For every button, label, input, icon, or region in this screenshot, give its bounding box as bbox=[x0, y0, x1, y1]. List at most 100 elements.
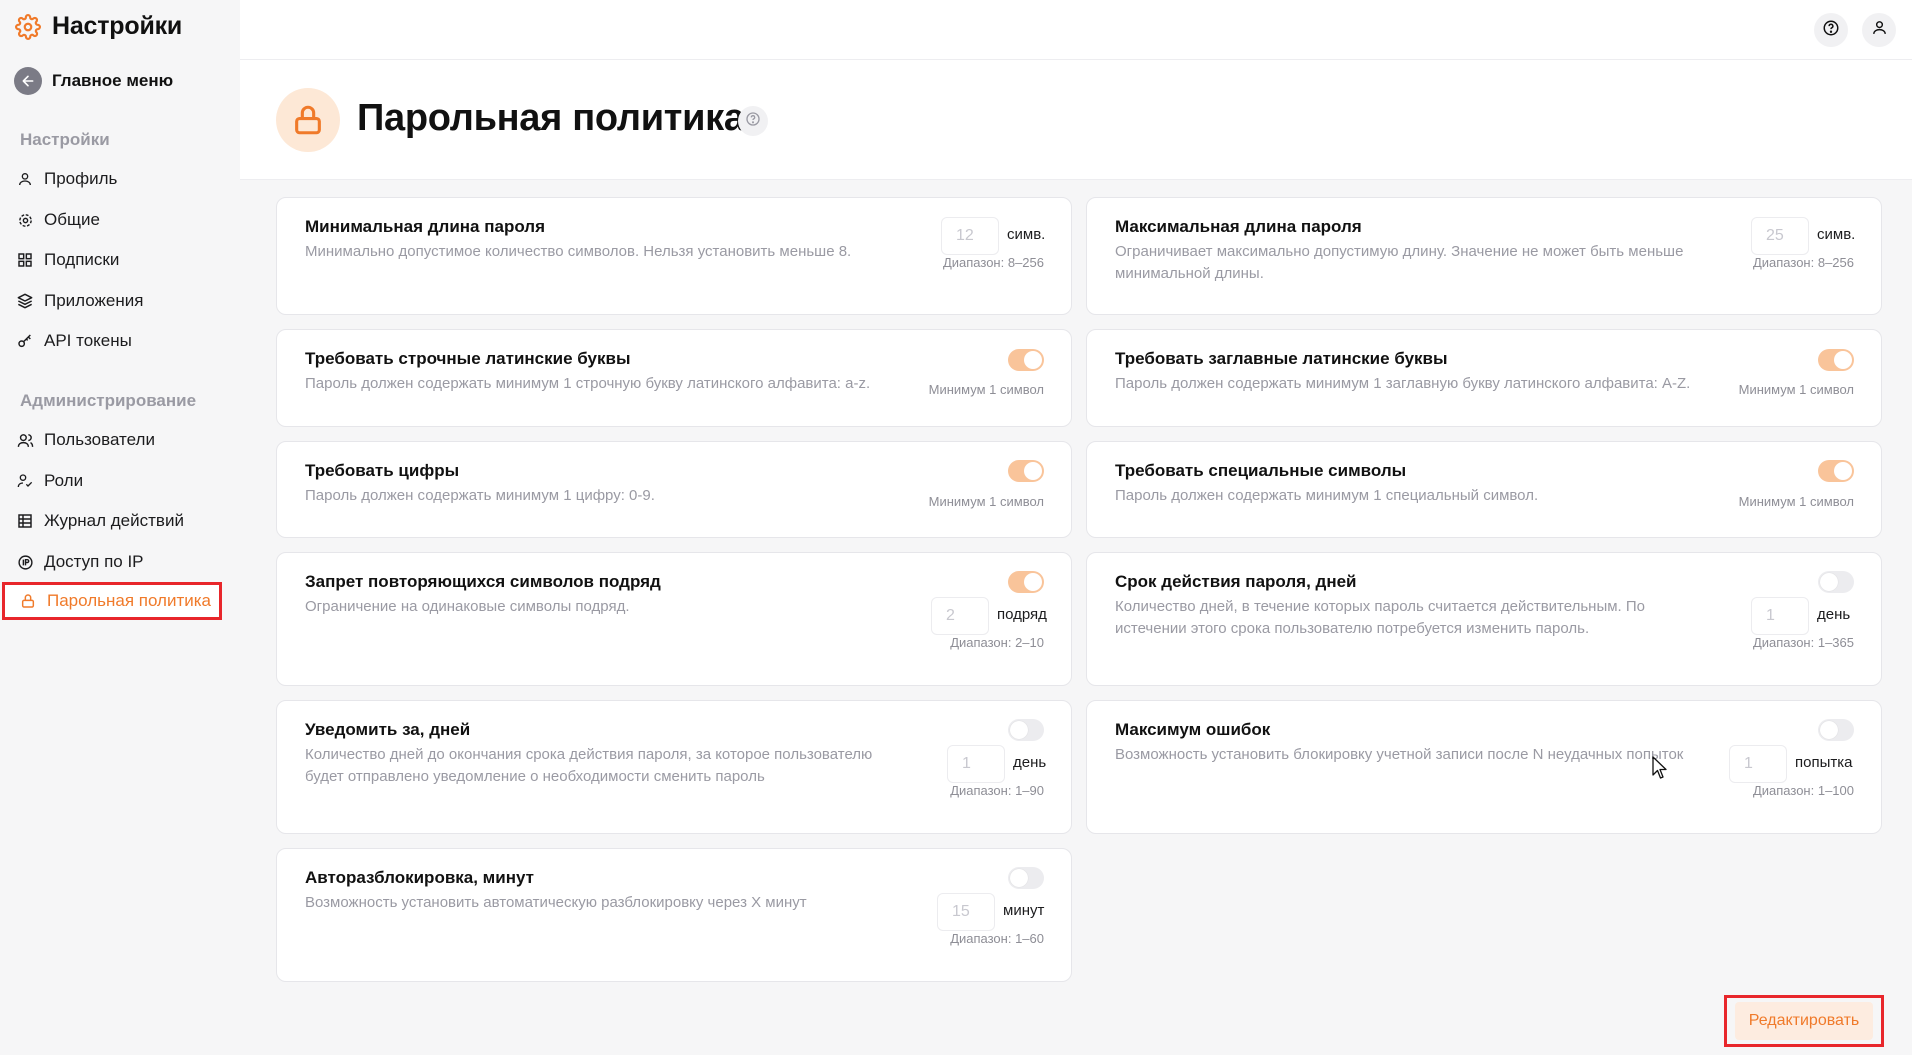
sidebar-item-label: Приложения bbox=[44, 291, 144, 310]
uppercase-toggle[interactable] bbox=[1818, 349, 1854, 371]
policy-title: Запрет повторяющихся символов подряд bbox=[305, 572, 661, 591]
lowercase-toggle[interactable] bbox=[1008, 349, 1044, 371]
sidebar-item-users[interactable]: Пользователи bbox=[14, 421, 222, 459]
policy-range-hint: Диапазон: 8–256 bbox=[942, 255, 1044, 270]
notify-toggle[interactable] bbox=[1008, 719, 1044, 741]
edit-button-label: Редактировать bbox=[1734, 1002, 1874, 1040]
policy-unit: день bbox=[1013, 754, 1047, 771]
max-errors-input[interactable]: 1 bbox=[1729, 745, 1787, 783]
section-admin-title: Администрирование bbox=[20, 391, 197, 410]
sidebar-item-label: Журнал действий bbox=[44, 511, 184, 530]
user-icon bbox=[1871, 19, 1888, 41]
policy-min-hint: Минимум 1 символ bbox=[1738, 382, 1854, 397]
sidebar-item-general[interactable]: Общие bbox=[14, 201, 222, 239]
policy-unit: симв. bbox=[1817, 226, 1856, 243]
sidebar-item-label: Парольная политика bbox=[47, 591, 212, 610]
sidebar-item-api-tokens[interactable]: API токены bbox=[14, 322, 222, 360]
user-profile-button[interactable] bbox=[1862, 13, 1896, 47]
edit-button[interactable]: Редактировать bbox=[1724, 995, 1884, 1047]
policy-card-expiry: Срок действия пароля, дней Количество дн… bbox=[1086, 552, 1882, 686]
digits-toggle[interactable] bbox=[1008, 460, 1044, 482]
section-settings-title: Настройки bbox=[20, 130, 110, 149]
sidebar-item-label: Профиль bbox=[44, 169, 118, 188]
sidebar-item-label: Общие bbox=[44, 210, 100, 229]
sidebar-item-label: Роли bbox=[44, 471, 84, 490]
policy-description: Пароль должен содержать минимум 1 специа… bbox=[1115, 487, 1539, 504]
policy-title: Авторазблокировка, минут bbox=[305, 868, 534, 887]
policy-min-hint: Минимум 1 символ bbox=[1738, 494, 1854, 509]
help-button[interactable] bbox=[1814, 13, 1848, 47]
sidebar-item-password-policy[interactable]: Парольная политика bbox=[2, 582, 222, 620]
policy-card-lowercase: Требовать строчные латинские буквы Парол… bbox=[276, 329, 1072, 427]
lock-icon bbox=[276, 88, 340, 152]
policy-card-repeat-chars: Запрет повторяющихся символов подряд Огр… bbox=[276, 552, 1072, 686]
sidebar-item-profile[interactable]: Профиль bbox=[14, 160, 222, 198]
key-icon bbox=[16, 332, 34, 350]
sidebar-item-label: Пользователи bbox=[44, 430, 155, 449]
grid-icon bbox=[16, 251, 34, 269]
back-label: Главное меню bbox=[52, 71, 174, 90]
max-length-input[interactable]: 25 bbox=[1751, 217, 1809, 255]
policy-description: Количество дней до окончания срока дейст… bbox=[305, 746, 873, 785]
policy-card-min-length: Минимальная длина пароля Минимально допу… bbox=[276, 197, 1072, 315]
gear-icon bbox=[14, 13, 42, 41]
policy-unit: минут bbox=[1003, 902, 1045, 919]
policy-description: Ограничение на одинаковые символы подряд… bbox=[305, 598, 630, 615]
policy-range-hint: Диапазон: 2–10 bbox=[950, 635, 1044, 650]
ip-icon bbox=[16, 553, 34, 571]
sidebar-item-subscriptions[interactable]: Подписки bbox=[14, 241, 222, 279]
topbar bbox=[240, 0, 1912, 60]
policy-description: Ограничивает максимально допустимую длин… bbox=[1115, 243, 1684, 282]
arrow-left-icon bbox=[14, 67, 42, 95]
question-circle-icon bbox=[745, 111, 761, 132]
policy-range-hint: Диапазон: 1–90 bbox=[950, 783, 1044, 798]
policy-min-hint: Минимум 1 символ bbox=[928, 494, 1044, 509]
special-chars-toggle[interactable] bbox=[1818, 460, 1854, 482]
policy-range-hint: Диапазон: 1–60 bbox=[950, 931, 1044, 946]
page-title: Парольная политика bbox=[357, 97, 745, 139]
role-icon bbox=[16, 472, 34, 490]
policy-range-hint: Диапазон: 1–365 bbox=[1752, 635, 1854, 650]
question-circle-icon bbox=[1822, 19, 1840, 42]
policy-description: Минимально допустимое количество символо… bbox=[305, 243, 852, 260]
policy-range-hint: Диапазон: 8–256 bbox=[1752, 255, 1854, 270]
sidebar-item-ip-access[interactable]: Доступ по IP bbox=[14, 543, 222, 581]
expiry-toggle[interactable] bbox=[1818, 571, 1854, 593]
sidebar-item-label: Доступ по IP bbox=[44, 552, 144, 571]
policy-title: Требовать цифры bbox=[305, 461, 460, 480]
app-title: Настройки bbox=[52, 12, 183, 40]
sidebar: Настройки Главное меню Настройки Профиль… bbox=[0, 0, 240, 1055]
policy-card-auto-unlock: Авторазблокировка, минут Возможность уст… bbox=[276, 848, 1072, 982]
back-to-main-menu[interactable]: Главное меню bbox=[14, 67, 173, 95]
policy-unit: подряд bbox=[997, 606, 1047, 623]
policy-title: Срок действия пароля, дней bbox=[1115, 572, 1357, 591]
auto-unlock-minutes-input[interactable]: 15 bbox=[937, 893, 995, 931]
policy-description: Пароль должен содержать минимум 1 цифру:… bbox=[305, 487, 655, 504]
policy-card-digits: Требовать цифры Пароль должен содержать … bbox=[276, 441, 1072, 538]
max-errors-toggle[interactable] bbox=[1818, 719, 1854, 741]
brand: Настройки bbox=[14, 12, 182, 41]
policy-card-uppercase: Требовать заглавные латинские буквы Паро… bbox=[1086, 329, 1882, 427]
policy-unit: симв. bbox=[1007, 226, 1046, 243]
policy-unit: день bbox=[1817, 606, 1851, 623]
policy-card-notify: Уведомить за, дней Количество дней до ок… bbox=[276, 700, 1072, 834]
sidebar-item-label: Подписки bbox=[44, 250, 120, 269]
policy-content: Минимальная длина пароля Минимально допу… bbox=[240, 180, 1912, 1055]
policy-card-special-chars: Требовать специальные символы Пароль дол… bbox=[1086, 441, 1882, 538]
sidebar-item-apps[interactable]: Приложения bbox=[14, 282, 222, 320]
policy-title: Уведомить за, дней bbox=[305, 720, 471, 739]
expiry-days-input[interactable]: 1 bbox=[1751, 597, 1809, 635]
notify-days-input[interactable]: 1 bbox=[947, 745, 1005, 783]
sidebar-item-activity-log[interactable]: Журнал действий bbox=[14, 502, 222, 540]
page-help-button[interactable] bbox=[738, 106, 768, 136]
min-length-input[interactable]: 12 bbox=[941, 217, 999, 255]
auto-unlock-toggle[interactable] bbox=[1008, 867, 1044, 889]
lock-icon bbox=[19, 592, 37, 610]
sidebar-item-roles[interactable]: Роли bbox=[14, 462, 222, 500]
repeat-chars-input[interactable]: 2 bbox=[931, 597, 989, 635]
policy-title: Требовать строчные латинские буквы bbox=[305, 349, 631, 368]
repeat-chars-toggle[interactable] bbox=[1008, 571, 1044, 593]
gear-icon bbox=[16, 211, 34, 229]
policy-card-max-length: Максимальная длина пароля Ограничивает м… bbox=[1086, 197, 1882, 315]
policy-title: Максимум ошибок bbox=[1115, 720, 1271, 739]
